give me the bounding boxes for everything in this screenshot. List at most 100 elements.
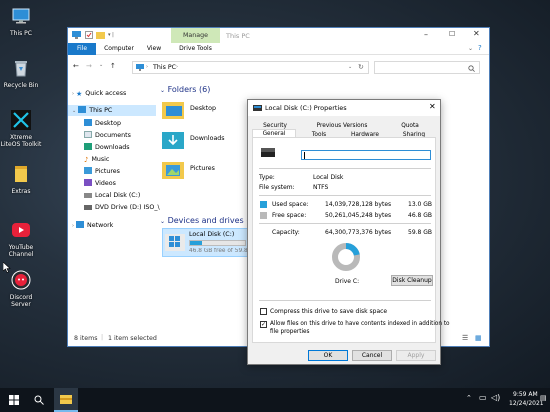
ok-button[interactable]: OK xyxy=(308,350,348,361)
tiles-view-icon[interactable]: ▦ xyxy=(475,334,482,342)
tab-previous-versions[interactable]: Previous Versions xyxy=(308,122,376,131)
address-bar[interactable]: › This PC › ⌄ ↻ xyxy=(132,61,369,74)
apply-button[interactable]: Apply xyxy=(396,350,436,361)
type-value: Local Disk xyxy=(313,174,344,181)
drive-tile-local-disk[interactable]: Local Disk (C:) 46.8 GB free of 59.8 xyxy=(162,228,248,257)
help-icon[interactable]: ? xyxy=(478,44,482,52)
taskbar-time[interactable]: 9:59 AM xyxy=(513,391,538,398)
used-label: Used space: xyxy=(272,201,309,208)
tab-file[interactable]: File xyxy=(68,43,96,55)
disk-cleanup-button[interactable]: Disk Cleanup xyxy=(391,275,433,286)
taskbar-file-explorer[interactable] xyxy=(54,388,78,412)
type-label: Type: xyxy=(259,174,275,181)
search-input[interactable] xyxy=(374,61,480,74)
tab-view[interactable]: View xyxy=(142,43,166,55)
minimize-button[interactable]: – xyxy=(424,30,428,39)
forward-arrow-icon[interactable]: → xyxy=(86,62,92,70)
dialog-title: Local Disk (C:) Properties xyxy=(265,104,347,112)
desktop-icon-discord[interactable]: Discord Server xyxy=(0,270,42,308)
nav-desktop[interactable]: Desktop xyxy=(84,118,121,129)
drive-icon xyxy=(261,148,275,157)
dialog-titlebar[interactable]: Local Disk (C:) Properties ✕ xyxy=(248,100,440,116)
capacity-bytes: 64,300,773,376 bytes xyxy=(325,229,392,236)
breadcrumb-chevron-icon[interactable]: › xyxy=(176,64,178,70)
index-checkbox[interactable]: ✓ xyxy=(260,321,267,328)
index-label-line2: file properties xyxy=(270,329,310,335)
toolkit-x-icon xyxy=(11,110,31,130)
details-view-icon[interactable]: ☰ xyxy=(462,334,468,342)
nav-documents[interactable]: Documents xyxy=(84,130,131,141)
windows-drive-icon xyxy=(165,234,185,251)
taskbar: ⌃ ▭ ◁) 9:59 AM 12/24/2021 ▤ xyxy=(0,388,550,412)
ribbon-tabs: File Computer View Drive Tools ⌄ ? xyxy=(68,43,489,55)
folder-pictures[interactable]: Pictures xyxy=(162,160,242,180)
search-icon[interactable] xyxy=(34,395,44,405)
nav-network[interactable]: › Network xyxy=(72,220,113,231)
notifications-icon[interactable]: ▤ xyxy=(540,394,547,402)
tab-drive-tools[interactable]: Drive Tools xyxy=(171,43,220,55)
windows-start-icon[interactable] xyxy=(9,395,19,405)
nav-label: Quick access xyxy=(85,90,127,97)
compress-checkbox[interactable] xyxy=(260,308,267,315)
dialog-close-button[interactable]: ✕ xyxy=(429,102,436,111)
network-tray-icon[interactable]: ▭ xyxy=(479,393,487,402)
cancel-button[interactable]: Cancel xyxy=(352,350,392,361)
contextual-tab-header[interactable]: Manage xyxy=(171,28,220,43)
refresh-icon[interactable]: ↻ xyxy=(358,63,364,71)
nav-pictures[interactable]: Pictures xyxy=(84,166,120,177)
desktop-icon-label: YouTube Channel xyxy=(8,244,34,258)
navigation-pane: › ★ Quick access ⌄ This PC Desktop Docume… xyxy=(68,78,160,328)
tab-computer[interactable]: Computer xyxy=(102,43,136,55)
breadcrumb-chevron-icon[interactable]: › xyxy=(146,64,148,70)
recent-dropdown-icon[interactable]: ⌄ xyxy=(99,62,103,68)
drive-name-input[interactable] xyxy=(301,150,431,160)
free-label: Free space: xyxy=(272,212,307,219)
nav-this-pc[interactable]: ⌄ This PC xyxy=(68,105,156,116)
youtube-icon xyxy=(12,223,30,237)
nav-videos[interactable]: Videos xyxy=(84,178,116,189)
nav-downloads[interactable]: Downloads xyxy=(84,142,130,153)
quick-access-dropdown-icon[interactable]: ▾ | xyxy=(108,32,114,38)
devices-group-header[interactable]: ⌄ Devices and drives (2) xyxy=(160,216,258,225)
nav-label: Network xyxy=(87,222,114,229)
folders-group-header[interactable]: ⌄ Folders (6) xyxy=(160,85,210,94)
fs-label: File system: xyxy=(259,184,295,191)
desktop-icon-label: This PC xyxy=(10,30,32,37)
desktop-icon-extras[interactable]: Extras xyxy=(0,164,42,195)
nav-label: Local Disk (C:) xyxy=(95,192,141,199)
desktop-icon-recycle-bin[interactable]: Recycle Bin xyxy=(0,58,42,89)
drive-usage-fill xyxy=(190,241,203,245)
video-icon xyxy=(84,179,92,186)
address-dropdown-icon[interactable]: ⌄ xyxy=(348,64,352,70)
folder-small-icon[interactable] xyxy=(96,31,105,39)
nav-quick-access[interactable]: › ★ Quick access xyxy=(72,88,126,99)
divider xyxy=(259,195,431,196)
taskbar-date[interactable]: 12/24/2021 xyxy=(509,400,544,407)
explorer-titlebar[interactable]: ▾ | Manage This PC – ☐ ✕ xyxy=(68,28,489,43)
close-button[interactable]: ✕ xyxy=(473,29,480,38)
folder-downloads[interactable]: Downloads xyxy=(162,130,242,150)
properties-quick-icon[interactable] xyxy=(85,31,93,39)
up-arrow-icon[interactable]: ↑ xyxy=(110,62,116,70)
tab-quota[interactable]: Quota xyxy=(384,122,436,131)
status-item-count: 8 items xyxy=(74,335,98,342)
nav-music[interactable]: ♪ Music xyxy=(84,154,109,165)
back-arrow-icon[interactable]: ← xyxy=(73,62,79,70)
ribbon-expand-icon[interactable]: ⌄ xyxy=(468,45,473,52)
nav-dvd-drive[interactable]: DVD Drive (D:) ISO_\ xyxy=(84,202,160,213)
nav-label: This PC xyxy=(89,107,113,114)
breadcrumb-this-pc[interactable]: This PC xyxy=(153,64,176,71)
nav-label: DVD Drive (D:) ISO_\ xyxy=(95,204,160,211)
volume-tray-icon[interactable]: ◁) xyxy=(491,393,500,402)
desktop-icon-youtube[interactable]: YouTube Channel xyxy=(0,220,42,258)
nav-label: Pictures xyxy=(95,168,120,175)
folder-desktop[interactable]: Desktop xyxy=(162,100,242,120)
maximize-button[interactable]: ☐ xyxy=(449,30,455,38)
desktop-icon-this-pc[interactable]: This PC xyxy=(0,6,42,37)
desktop-icon-label: Recycle Bin xyxy=(3,82,39,89)
nav-local-disk[interactable]: Local Disk (C:) xyxy=(84,190,140,201)
index-label-line1: Allow files on this drive to have conten… xyxy=(270,321,450,327)
desktop-icon-toolkit[interactable]: Xtreme LiteOS Toolkit xyxy=(0,110,42,148)
folders-header-label: Folders (6) xyxy=(167,85,211,94)
tray-chevron-icon[interactable]: ⌃ xyxy=(466,394,472,402)
